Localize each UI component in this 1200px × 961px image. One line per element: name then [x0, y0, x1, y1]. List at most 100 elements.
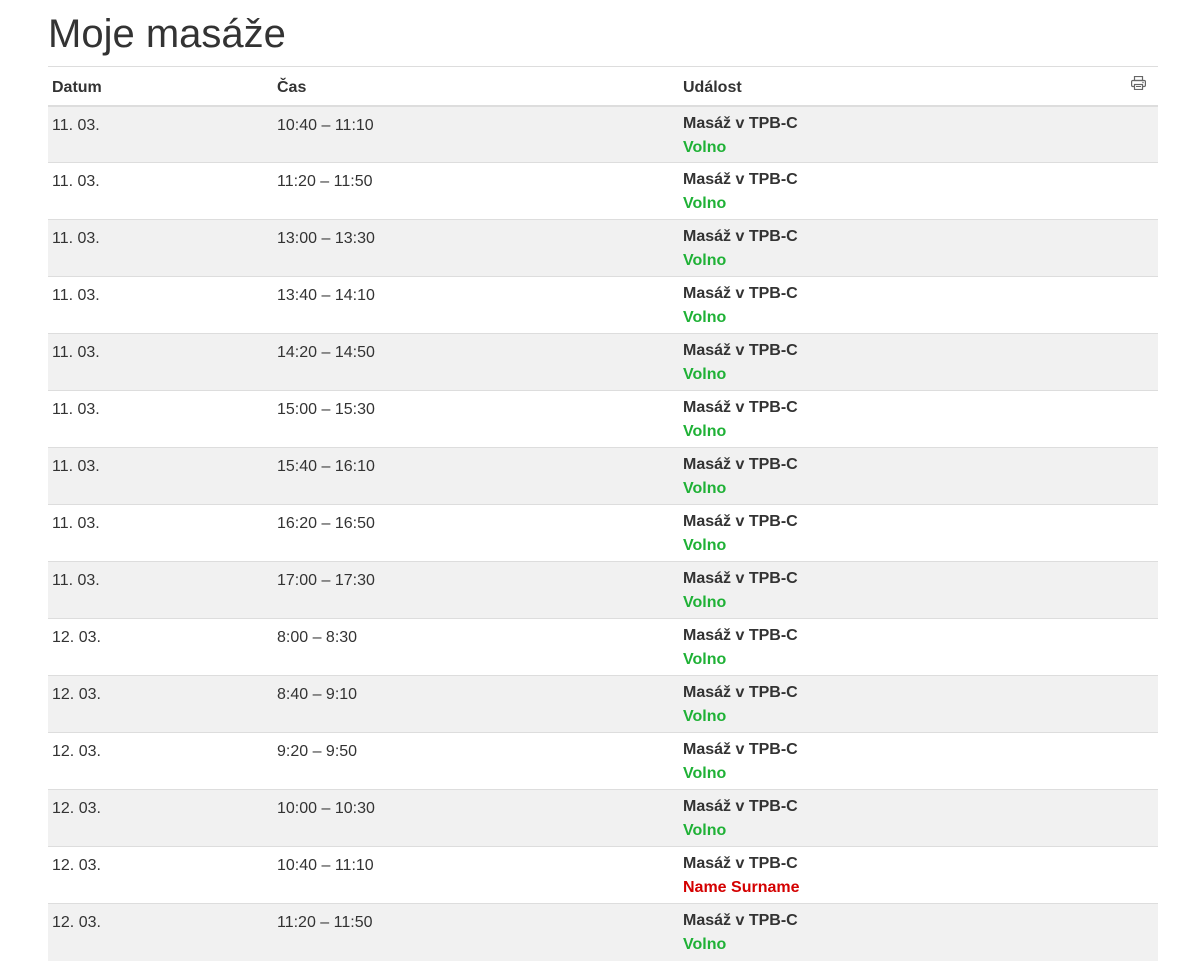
cell-date: 12. 03.	[48, 618, 273, 676]
event-name: Masáž v TPB-C	[683, 855, 798, 872]
cell-time: 15:40 – 16:10	[273, 447, 679, 505]
event-name: Masáž v TPB-C	[683, 798, 798, 815]
cell-date: 11. 03.	[48, 105, 273, 163]
cell-date: 11. 03.	[48, 162, 273, 220]
status-label: Volno	[683, 594, 727, 611]
cell-date: 11. 03.	[48, 333, 273, 391]
status-label: Volno	[683, 252, 727, 269]
event-name: Masáž v TPB-C	[683, 228, 798, 245]
status-label: Volno	[683, 651, 727, 668]
cell-event: Masáž v TPB-C Volno	[679, 276, 1158, 334]
table-row[interactable]: 12. 03. 10:40 – 11:10 Masáž v TPB-C Name Su…	[48, 846, 1158, 904]
cell-date: 11. 03.	[48, 504, 273, 562]
main-container: Moje masáže Datum Čas Událost 11. 03. 10…	[48, 0, 1158, 961]
status-label: Volno	[683, 309, 727, 326]
table-header: Datum Čas Událost	[48, 66, 1158, 107]
cell-time: 10:00 – 10:30	[273, 789, 679, 847]
table-body: 11. 03. 10:40 – 11:10 Masáž v TPB-C Volno 11…	[48, 105, 1158, 961]
table-row[interactable]: 12. 03. 10:00 – 10:30 Masáž v TPB-C Volno	[48, 789, 1158, 847]
event-name: Masáž v TPB-C	[683, 912, 798, 929]
cell-date: 11. 03.	[48, 390, 273, 448]
table-row[interactable]: 11. 03. 15:40 – 16:10 Masáž v TPB-C Volno	[48, 447, 1158, 505]
cell-event: Masáž v TPB-C Volno	[679, 618, 1158, 676]
schedule-table: Datum Čas Událost 11. 03. 10:40 – 11:10 …	[48, 66, 1158, 961]
cell-time: 11:20 – 11:50	[273, 903, 679, 961]
table-row[interactable]: 11. 03. 11:20 – 11:50 Masáž v TPB-C Volno	[48, 162, 1158, 220]
cell-time: 17:00 – 17:30	[273, 561, 679, 619]
cell-time: 16:20 – 16:50	[273, 504, 679, 562]
cell-date: 11. 03.	[48, 219, 273, 277]
table-row[interactable]: 11. 03. 15:00 – 15:30 Masáž v TPB-C Volno	[48, 390, 1158, 448]
table-row[interactable]: 11. 03. 16:20 – 16:50 Masáž v TPB-C Volno	[48, 504, 1158, 562]
cell-date: 11. 03.	[48, 276, 273, 334]
cell-time: 13:00 – 13:30	[273, 219, 679, 277]
cell-event: Masáž v TPB-C Volno	[679, 675, 1158, 733]
event-name: Masáž v TPB-C	[683, 627, 798, 644]
cell-time: 9:20 – 9:50	[273, 732, 679, 790]
status-label: Volno	[683, 480, 727, 497]
event-name: Masáž v TPB-C	[683, 342, 798, 359]
event-name: Masáž v TPB-C	[683, 456, 798, 473]
event-name: Masáž v TPB-C	[683, 741, 798, 758]
status-label: Volno	[683, 138, 727, 156]
table-row[interactable]: 11. 03. 14:20 – 14:50 Masáž v TPB-C Volno	[48, 333, 1158, 391]
cell-event: Masáž v TPB-C Volno	[679, 219, 1158, 277]
cell-event: Masáž v TPB-C Volno	[679, 732, 1158, 790]
status-label: Volno	[683, 765, 727, 782]
page-title: Moje masáže	[48, 12, 286, 56]
header-time[interactable]: Čas	[273, 66, 679, 107]
table-row[interactable]: 11. 03. 13:00 – 13:30 Masáž v TPB-C Volno	[48, 219, 1158, 277]
cell-time: 10:40 – 11:10	[273, 846, 679, 904]
table-row[interactable]: 11. 03. 17:00 – 17:30 Masáž v TPB-C Volno	[48, 561, 1158, 619]
table-row[interactable]: 12. 03. 8:40 – 9:10 Masáž v TPB-C Volno	[48, 675, 1158, 733]
status-label: Volno	[683, 366, 727, 383]
cell-date: 12. 03.	[48, 903, 273, 961]
cell-date: 12. 03.	[48, 732, 273, 790]
status-label: Volno	[683, 936, 727, 953]
event-name: Masáž v TPB-C	[683, 171, 798, 188]
cell-time: 13:40 – 14:10	[273, 276, 679, 334]
event-name: Masáž v TPB-C	[683, 285, 798, 302]
header-date[interactable]: Datum	[48, 66, 273, 107]
cell-event: Masáž v TPB-C Volno	[679, 504, 1158, 562]
event-name: Masáž v TPB-C	[683, 684, 798, 701]
cell-event: Masáž v TPB-C Volno	[679, 333, 1158, 391]
table-row[interactable]: 11. 03. 10:40 – 11:10 Masáž v TPB-C Volno	[48, 105, 1158, 163]
header-row: Datum Čas Událost	[48, 66, 1158, 107]
event-name: Masáž v TPB-C	[683, 114, 798, 132]
header-event[interactable]: Událost	[679, 66, 1122, 107]
cell-time: 8:40 – 9:10	[273, 675, 679, 733]
header-print	[1122, 66, 1158, 107]
cell-time: 14:20 – 14:50	[273, 333, 679, 391]
cell-date: 11. 03.	[48, 561, 273, 619]
cell-date: 12. 03.	[48, 846, 273, 904]
status-label: Name Surname	[683, 879, 800, 896]
cell-date: 12. 03.	[48, 789, 273, 847]
cell-event: Masáž v TPB-C Volno	[679, 447, 1158, 505]
table-row[interactable]: 12. 03. 9:20 – 9:50 Masáž v TPB-C Volno	[48, 732, 1158, 790]
event-name: Masáž v TPB-C	[683, 570, 798, 587]
cell-event: Masáž v TPB-C Volno	[679, 390, 1158, 448]
cell-event: Masáž v TPB-C Volno	[679, 789, 1158, 847]
cell-time: 10:40 – 11:10	[273, 105, 679, 163]
cell-event: Masáž v TPB-C Volno	[679, 105, 1158, 163]
print-icon[interactable]	[1131, 75, 1147, 91]
cell-date: 11. 03.	[48, 447, 273, 505]
cell-event: Masáž v TPB-C Volno	[679, 162, 1158, 220]
table-row[interactable]: 12. 03. 8:00 – 8:30 Masáž v TPB-C Volno	[48, 618, 1158, 676]
event-name: Masáž v TPB-C	[683, 399, 798, 416]
cell-event: Masáž v TPB-C Volno	[679, 903, 1158, 961]
table-row[interactable]: 12. 03. 11:20 – 11:50 Masáž v TPB-C Volno	[48, 903, 1158, 961]
table-row[interactable]: 11. 03. 13:40 – 14:10 Masáž v TPB-C Volno	[48, 276, 1158, 334]
status-label: Volno	[683, 708, 727, 725]
cell-event: Masáž v TPB-C Volno	[679, 561, 1158, 619]
cell-event: Masáž v TPB-C Name Surname	[679, 846, 1158, 904]
cell-time: 8:00 – 8:30	[273, 618, 679, 676]
status-label: Volno	[683, 537, 727, 554]
status-label: Volno	[683, 423, 727, 440]
cell-time: 11:20 – 11:50	[273, 162, 679, 220]
cell-time: 15:00 – 15:30	[273, 390, 679, 448]
status-label: Volno	[683, 822, 727, 839]
cell-date: 12. 03.	[48, 675, 273, 733]
status-label: Volno	[683, 195, 727, 212]
